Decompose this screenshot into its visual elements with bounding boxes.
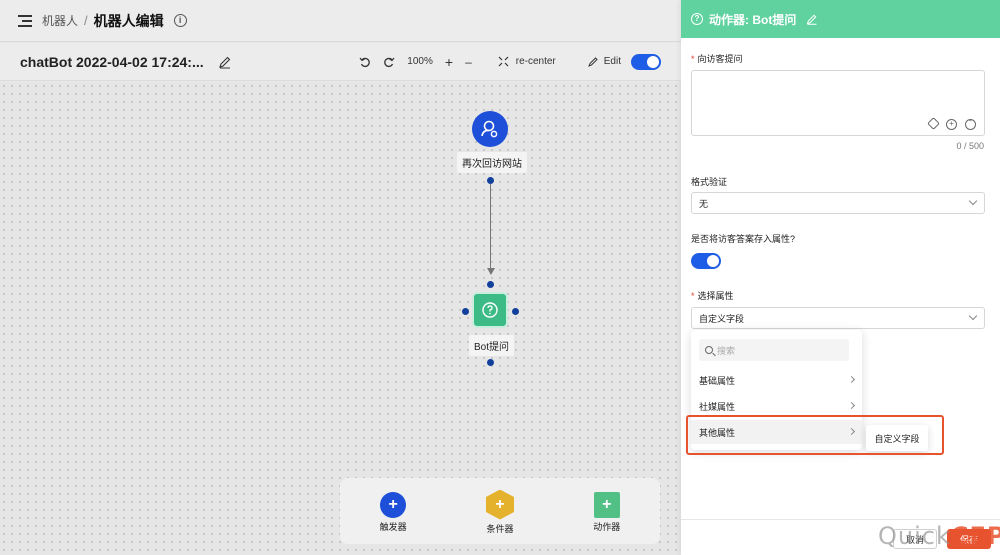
- connection-arrow: [487, 268, 495, 275]
- search-placeholder: 搜索: [717, 345, 736, 356]
- recenter-label: re-center: [515, 56, 556, 67]
- menu-icon[interactable]: [18, 14, 32, 27]
- format-label: 格式验证: [691, 177, 728, 187]
- panel-header: ? 动作器: Bot提问: [681, 0, 1000, 38]
- trigger-node[interactable]: [472, 111, 508, 147]
- required-mark: *: [691, 291, 695, 301]
- breadcrumb-separator: /: [84, 13, 88, 28]
- emoji-icon[interactable]: ˘: [965, 119, 976, 130]
- question-label-text: 向访客提问: [697, 54, 743, 64]
- edit-mode-button[interactable]: Edit: [587, 56, 621, 67]
- recenter-icon: [498, 56, 509, 67]
- question-circle-icon: ?: [691, 13, 703, 25]
- variable-icon[interactable]: [927, 117, 940, 130]
- action-label: 动作器: [593, 521, 621, 532]
- bot-node-port-left[interactable]: [462, 308, 469, 315]
- edit-toggle[interactable]: [631, 53, 661, 70]
- plus-icon: +: [485, 489, 514, 520]
- zoom-out-button[interactable]: –: [465, 55, 472, 69]
- action-config-panel: ? 动作器: Bot提问 * 向访客提问 + ˘ 0 / 500 格式验证 无 是…: [681, 0, 1000, 555]
- edit-label: Edit: [603, 56, 621, 67]
- recenter-button[interactable]: re-center: [498, 56, 556, 67]
- zoom-level: 100%: [407, 56, 433, 67]
- page-title: 机器人编辑: [93, 12, 164, 29]
- attr-field-label: * 选择属性: [691, 289, 734, 302]
- chevron-right-icon: [847, 401, 856, 410]
- trigger-node-label: 再次回访网站: [457, 152, 527, 173]
- info-icon[interactable]: i: [173, 14, 187, 27]
- dropdown-item-label: 基础属性: [699, 375, 736, 386]
- question-field-label: * 向访客提问: [691, 52, 743, 65]
- chevron-down-icon: [968, 311, 978, 321]
- attr-select[interactable]: 自定义字段: [691, 307, 985, 329]
- dropdown-item-basic[interactable]: 基础属性: [691, 368, 862, 392]
- dropdown-search-input[interactable]: 搜索: [699, 339, 849, 361]
- plus-icon: +: [380, 491, 407, 518]
- add-trigger-button[interactable]: + 触发器: [379, 491, 407, 533]
- format-value: 无: [699, 198, 709, 209]
- redo-icon[interactable]: [383, 56, 395, 68]
- flow-toolbar: chatBot 2022-04-02 17:24:... 100% + – re…: [0, 43, 681, 81]
- user-icon: [481, 120, 498, 138]
- condition-label: 条件器: [486, 523, 514, 534]
- watermark-logo: QuickCEP: [878, 522, 1000, 550]
- trigger-node-port-out[interactable]: [487, 177, 494, 184]
- bot-node-port-bottom[interactable]: [487, 359, 494, 366]
- panel-title: 动作器: Bot提问: [709, 12, 797, 27]
- node-palette: + 触发器 + 条件器 + 动作器: [340, 478, 660, 544]
- question-icon: [482, 302, 498, 318]
- undo-icon[interactable]: [359, 56, 371, 68]
- connection-edge: [490, 184, 491, 274]
- question-textarea[interactable]: + ˘: [691, 70, 985, 136]
- bot-node-port-right[interactable]: [512, 308, 519, 315]
- attr-label-text: 选择属性: [697, 291, 734, 301]
- zoom-in-button[interactable]: +: [445, 54, 453, 70]
- watermark-prefix: Quick: [878, 522, 951, 550]
- save-attr-toggle[interactable]: [691, 253, 721, 269]
- dropdown-item-label: 社媒属性: [699, 401, 736, 412]
- required-mark: *: [691, 54, 695, 64]
- top-header: 机器人 / 机器人编辑 i: [0, 0, 681, 42]
- edit-icon[interactable]: [806, 13, 818, 25]
- chevron-right-icon: [847, 375, 856, 384]
- format-select[interactable]: 无: [691, 192, 985, 214]
- add-circle-icon[interactable]: +: [946, 119, 957, 130]
- bot-question-node[interactable]: [472, 292, 508, 328]
- char-counter: 0 / 500: [956, 141, 984, 151]
- watermark-suffix: CEP: [950, 522, 1000, 550]
- edit-title-icon[interactable]: [218, 55, 232, 69]
- bot-node-label: Bot提问: [469, 335, 515, 356]
- save-attr-label: 是否将访客答案存入属性?: [691, 234, 796, 244]
- bot-node-port-top[interactable]: [487, 281, 494, 288]
- flow-title: chatBot 2022-04-02 17:24:...: [20, 53, 204, 70]
- plus-icon: +: [593, 491, 620, 518]
- search-icon: [705, 346, 713, 354]
- add-condition-button[interactable]: + 条件器: [485, 489, 514, 535]
- chevron-down-icon: [968, 196, 978, 206]
- trigger-label: 触发器: [379, 521, 407, 532]
- add-action-button[interactable]: + 动作器: [593, 491, 621, 533]
- breadcrumb-parent[interactable]: 机器人: [42, 12, 78, 29]
- annotation-highlight-box: [686, 415, 944, 455]
- attr-value: 自定义字段: [699, 313, 745, 324]
- pencil-icon: [587, 57, 598, 67]
